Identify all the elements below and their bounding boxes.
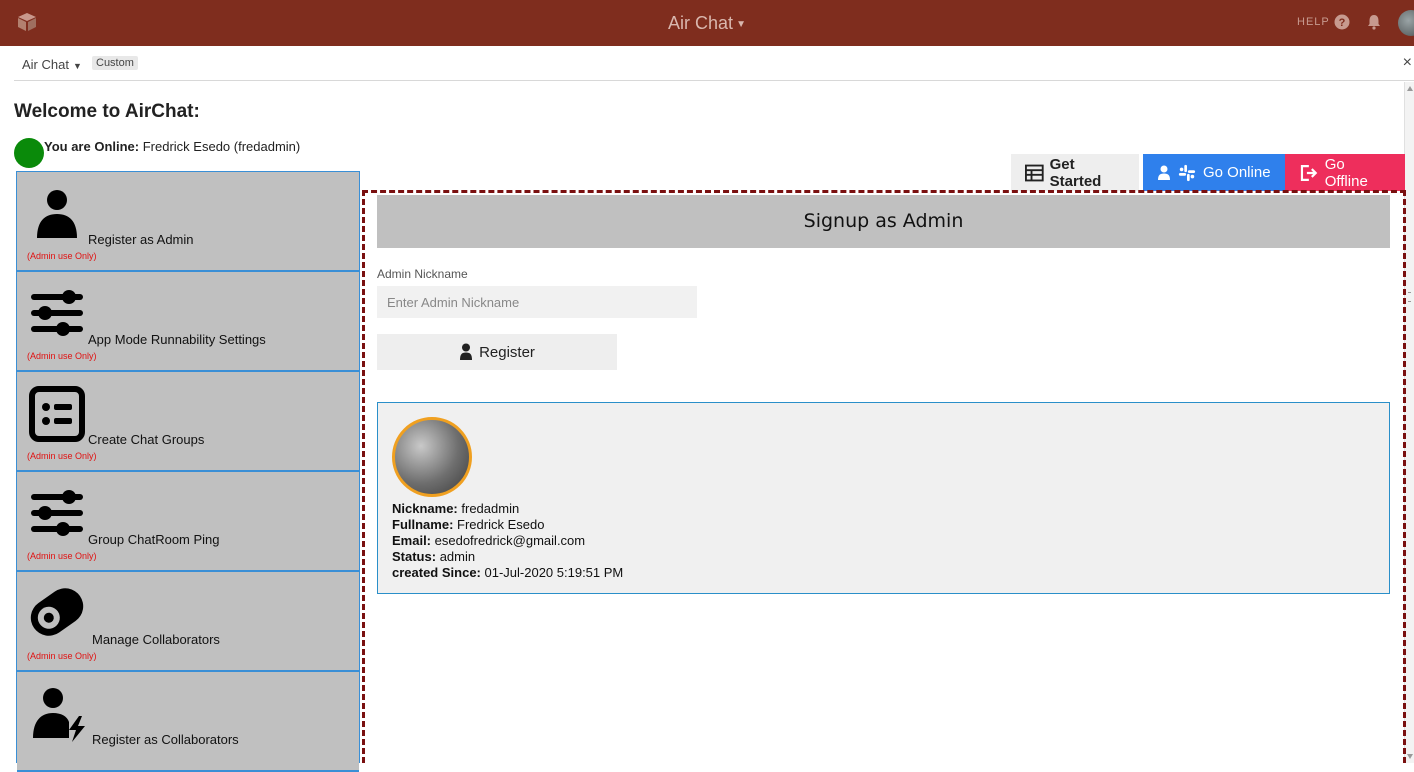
scroll-down-icon[interactable] <box>1407 754 1413 759</box>
signup-heading: Signup as Admin <box>377 195 1390 248</box>
slack-icon <box>1178 164 1196 181</box>
profile-photo <box>392 417 472 497</box>
profile-status: Status: admin <box>392 549 476 564</box>
help-icon[interactable]: ? <box>1334 14 1350 30</box>
go-offline-label: Go Offline <box>1324 155 1368 190</box>
sidebar-item-label: Register as Admin <box>88 232 194 247</box>
top-bar: Air Chat ▼ HELP ? <box>0 0 1414 46</box>
sign-out-icon <box>1300 164 1318 181</box>
app-title-menu[interactable]: Air Chat ▼ <box>0 13 1414 34</box>
admin-only-note: (Admin use Only) <box>27 651 97 661</box>
sidebar-item-manage-collaborators[interactable]: Manage Collaborators (Admin use Only) <box>17 572 359 672</box>
sidebar-item-label: Manage Collaborators <box>92 632 220 647</box>
go-offline-button[interactable]: Go Offline <box>1285 154 1405 191</box>
user-icon <box>37 190 77 238</box>
register-button[interactable]: Register <box>377 334 617 370</box>
sidebar-item-register-collaborators[interactable]: Register as Collaborators <box>17 672 359 772</box>
admin-only-note: (Admin use Only) <box>27 351 97 361</box>
get-started-label: Get Started <box>1049 155 1102 190</box>
signup-panel: Signup as Admin Admin Nickname Register … <box>362 190 1406 763</box>
scroll-grip[interactable] <box>1408 292 1411 302</box>
nickname-label: Admin Nickname <box>377 267 468 281</box>
bell-icon[interactable] <box>1366 14 1382 30</box>
help-link[interactable]: HELP <box>1297 16 1330 28</box>
user-icon <box>1158 165 1170 180</box>
sliders-icon <box>31 490 83 536</box>
svg-text:?: ? <box>1339 17 1346 29</box>
sidebar-item-app-mode[interactable]: App Mode Runnability Settings (Admin use… <box>17 272 359 372</box>
admin-only-note: (Admin use Only) <box>27 551 97 561</box>
sidebar: Register as Admin (Admin use Only) App M… <box>16 171 360 772</box>
app-menu-dropdown[interactable]: Air Chat ▼ <box>22 57 82 72</box>
get-started-button[interactable]: Get Started <box>1011 154 1139 191</box>
sidebar-item-label: App Mode Runnability Settings <box>88 332 266 347</box>
app-window: Air Chat ▼ Custom × Welcome to AirChat: Y… <box>14 46 1414 772</box>
nickname-input[interactable] <box>377 286 697 318</box>
user-icon <box>460 343 473 360</box>
user-bolt-icon <box>33 688 85 742</box>
profile-nickname: Nickname: fredadmin <box>392 501 520 516</box>
sidebar-item-register-admin[interactable]: Register as Admin (Admin use Only) <box>17 172 359 272</box>
sliders-icon <box>31 290 83 336</box>
sidebar-item-group-ping[interactable]: Group ChatRoom Ping (Admin use Only) <box>17 472 359 572</box>
custom-tag: Custom <box>92 56 138 70</box>
online-status-text: You are Online: Fredrick Esedo (fredadmi… <box>44 139 300 154</box>
table-icon <box>1025 164 1044 181</box>
close-icon[interactable]: × <box>1403 54 1412 72</box>
profile-card: Nickname: fredadmin Fullname: Fredrick E… <box>377 402 1390 594</box>
register-label: Register <box>479 343 535 361</box>
profile-fullname: Fullname: Fredrick Esedo <box>392 517 545 532</box>
sidebar-item-label: Register as Collaborators <box>92 732 239 747</box>
page-title: Welcome to AirChat: <box>14 101 200 122</box>
admin-only-note: (Admin use Only) <box>27 451 97 461</box>
profile-email: Email: esedofredrick@gmail.com <box>392 533 586 548</box>
online-user: Fredrick Esedo (fredadmin) <box>142 139 301 154</box>
list-icon <box>29 386 85 442</box>
sidebar-item-create-groups[interactable]: Create Chat Groups (Admin use Only) <box>17 372 359 472</box>
profile-created: created Since: 01-Jul-2020 5:19:51 PM <box>392 565 624 580</box>
admin-only-note: (Admin use Only) <box>27 251 97 261</box>
toggle-icon <box>30 588 84 636</box>
sidebar-item-label: Group ChatRoom Ping <box>88 532 220 547</box>
go-online-button[interactable]: Go Online <box>1143 154 1285 191</box>
window-bar: Air Chat ▼ Custom × <box>14 46 1414 81</box>
go-online-label: Go Online <box>1203 164 1271 181</box>
online-status-dot <box>14 138 44 168</box>
scroll-up-icon[interactable] <box>1407 86 1413 91</box>
online-label: You are Online: <box>44 139 140 154</box>
sidebar-item-label: Create Chat Groups <box>88 432 205 447</box>
